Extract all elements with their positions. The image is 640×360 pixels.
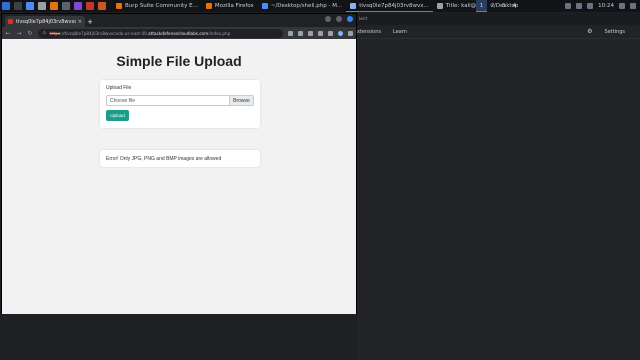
url-subdomain: ://tivsq0le7p84j03rv8wvxcxda.us-east-40.: [60, 30, 149, 36]
taskbar-item-label: Mozilla Firefox: [214, 3, 254, 9]
minimize-button[interactable]: [325, 16, 331, 22]
system-panel: Burp Suite Community E... Mozilla Firefox…: [0, 0, 640, 12]
account-avatar-icon[interactable]: [338, 30, 343, 36]
volume-icon[interactable]: [587, 3, 594, 9]
show-desktop-icon[interactable]: [14, 2, 22, 10]
browser-toolbar: ← → ↻ ⚠ https ://tivsq0le7p84j03rv8wvxcx…: [2, 27, 356, 39]
extensions-icon[interactable]: [308, 30, 313, 36]
settings-label: Settings: [604, 28, 625, 35]
back-button[interactable]: ←: [5, 30, 11, 37]
browser-window: tivsq0le7p84j03rv8wvxcc... ✕ + ← → ↻ ⚠ h…: [1, 13, 357, 314]
upload-file-label: Upload File: [106, 85, 132, 91]
browser-tab[interactable]: tivsq0le7p84j03rv8wvxcc... ✕: [5, 16, 85, 27]
clock[interactable]: 10:24: [598, 3, 614, 9]
gear-icon: ⚙: [587, 28, 593, 35]
error-message: Error! Only JPG, PNG and BMP images are …: [106, 155, 222, 162]
menu-learn[interactable]: Learn: [393, 29, 407, 35]
window-controls: [325, 16, 353, 22]
burp-menu-bar: xtensions Learn ⚙ Settings: [357, 25, 640, 39]
workspace-4[interactable]: 4: [509, 0, 520, 12]
page-viewport: Simple File Upload Upload File Choose fi…: [2, 39, 356, 314]
kali-tools-icon[interactable]: [74, 2, 82, 10]
workspace-2[interactable]: 2: [487, 0, 498, 12]
burp-suite-window: lect xtensions Learn ⚙ Settings: [357, 13, 640, 360]
address-bar[interactable]: ⚠ https ://tivsq0le7p84j03rv8wvxcxda.us-…: [38, 28, 283, 38]
profile-icon[interactable]: [318, 30, 323, 36]
upload-form-card: Upload File Choose file Browse Upload: [100, 80, 260, 128]
file-input[interactable]: Choose file Browse: [106, 95, 254, 106]
bookmark-star-icon[interactable]: [298, 30, 303, 36]
not-secure-icon[interactable]: ⚠: [42, 30, 46, 36]
taskbar-item-label: ~/Desktop/shell.php - M...: [270, 3, 343, 9]
sidebar-icon[interactable]: [328, 30, 333, 36]
taskbar-item[interactable]: tivsq0le7p84j03rv8wvx...: [346, 0, 433, 12]
burp-suite-icon[interactable]: [98, 2, 106, 10]
tab-favicon-icon: [8, 19, 13, 24]
close-window-button[interactable]: [347, 16, 353, 22]
maximize-button[interactable]: [336, 16, 342, 22]
error-message-card: Error! Only JPG, PNG and BMP images are …: [100, 150, 260, 167]
taskbar-app-icon: [436, 3, 443, 9]
workspace-3[interactable]: 3: [498, 0, 509, 12]
menu-extensions[interactable]: xtensions: [357, 29, 381, 35]
text-editor-icon[interactable]: [62, 2, 70, 10]
network-icon[interactable]: [565, 3, 572, 9]
url-protocol: https: [49, 30, 61, 36]
settings-button[interactable]: ⚙ Settings: [587, 28, 637, 35]
url-path: /index.php: [208, 30, 231, 36]
terminal-icon[interactable]: [38, 2, 46, 10]
power-icon[interactable]: [630, 3, 636, 9]
workspace-switcher: 1234: [476, 0, 520, 12]
reload-button[interactable]: ↻: [27, 30, 33, 37]
taskbar-item[interactable]: ~/Desktop/shell.php - M...: [258, 0, 346, 12]
tab-close-icon[interactable]: ✕: [78, 19, 82, 25]
taskbar-app-icon: [205, 3, 212, 9]
tab-title: tivsq0le7p84j03rv8wvxcc...: [16, 18, 76, 25]
url-host: attackdefensecloudlabs.com: [148, 30, 209, 36]
kali-menu-icon[interactable]: [2, 2, 10, 10]
app-launchers: [0, 2, 106, 10]
menu-kebab-icon[interactable]: [348, 30, 353, 36]
taskbar-app-icon: [261, 3, 268, 9]
file-input-placeholder[interactable]: Choose file: [107, 96, 229, 105]
firefox-icon[interactable]: [50, 2, 58, 10]
file-manager-icon[interactable]: [26, 2, 34, 10]
taskbar-app-icon: [350, 2, 357, 9]
system-tray: 10:24: [565, 0, 636, 12]
battery-icon[interactable]: [576, 3, 583, 9]
taskbar-item[interactable]: Burp Suite Community E...: [112, 0, 202, 12]
browse-button[interactable]: Browse: [229, 96, 253, 105]
toolbar-actions: [288, 30, 353, 36]
burp-launcher-icon[interactable]: [86, 2, 94, 10]
new-tab-button[interactable]: +: [85, 16, 95, 27]
lock-icon[interactable]: [619, 3, 625, 9]
taskbar-item-label: tivsq0le7p84j03rv8wvx...: [359, 2, 429, 9]
taskbar-item[interactable]: Mozilla Firefox: [202, 0, 258, 12]
share-icon[interactable]: [288, 30, 293, 36]
upload-button[interactable]: Upload: [106, 110, 129, 121]
page-title: Simple File Upload: [116, 53, 242, 69]
forward-button[interactable]: →: [16, 30, 22, 37]
workspace-1[interactable]: 1: [476, 0, 487, 12]
taskbar-item-label: Burp Suite Community E...: [125, 3, 198, 9]
taskbar-items: Burp Suite Community E... Mozilla Firefox…: [112, 0, 522, 12]
burp-title-fragment: lect: [357, 13, 640, 25]
tab-strip: tivsq0le7p84j03rv8wvxcc... ✕ +: [2, 14, 356, 27]
taskbar-app-icon: [116, 3, 122, 9]
